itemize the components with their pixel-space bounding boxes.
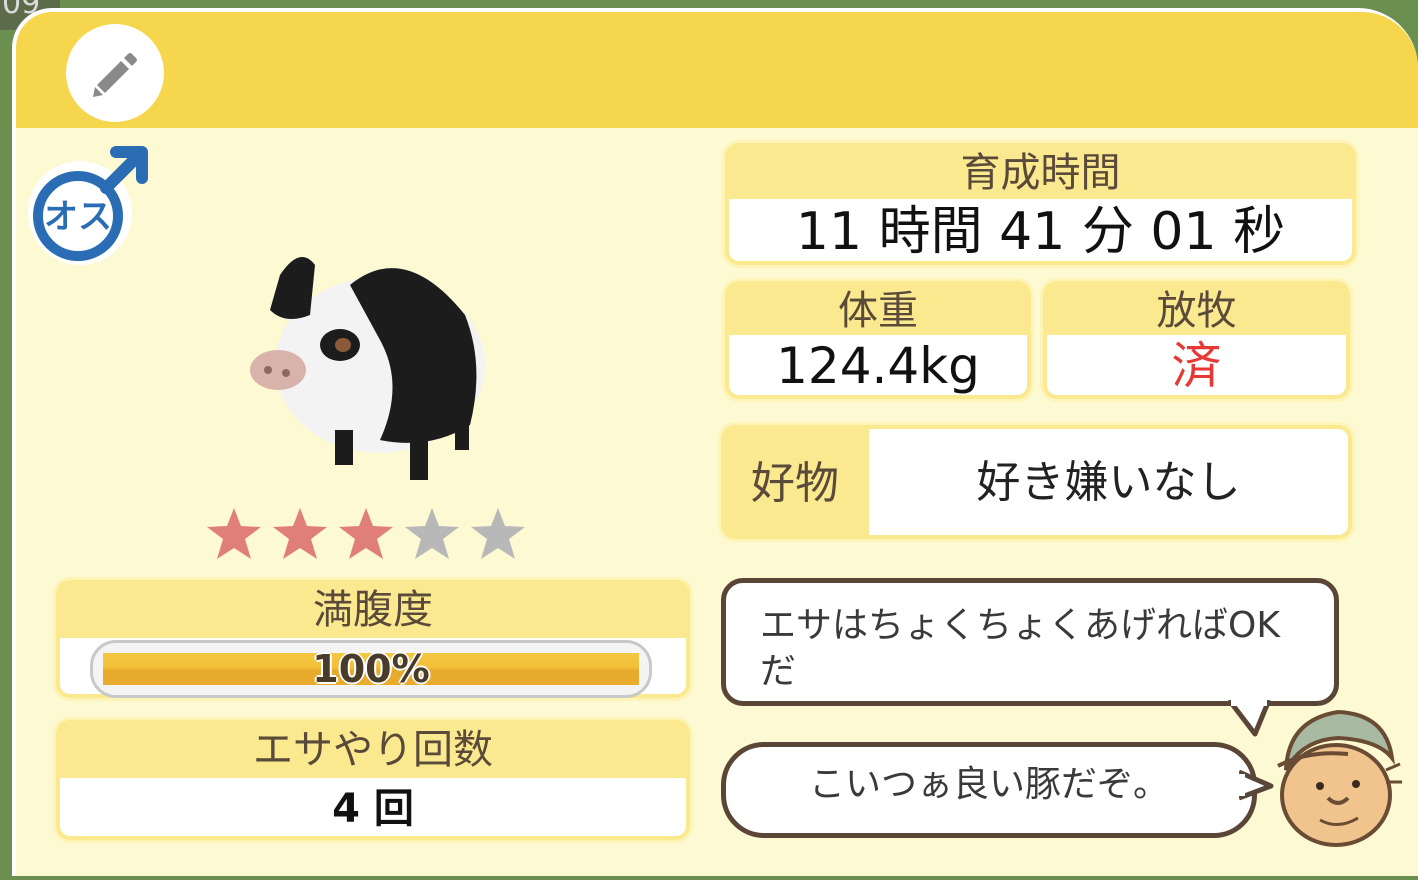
weight-value: 124.4kg [729,335,1027,395]
feed-count-card: エサやり回数 4 回 [56,720,690,840]
favorite-food-value: 好き嫌いなし [869,429,1348,535]
grazing-value: 済 [1047,335,1346,395]
feed-count-label: エサやり回数 [253,727,493,773]
speech-bubble-tip: エサはちょくちょくあげればOK だ [721,578,1339,706]
growth-time-value: 11 時間 41 分 01 秒 [729,199,1352,262]
rating-stars [205,505,527,563]
feed-count-value: 4 回 [60,778,686,836]
gender-label: オス [44,197,112,237]
farmer-avatar [1277,709,1402,847]
fullness-value: 100% [312,647,430,691]
pencil-icon [93,53,137,97]
edit-name-button[interactable] [66,24,164,122]
grazing-label: 放牧 [1156,288,1237,334]
fullness-label: 満腹度 [313,587,433,633]
speech-bubble-comment: こいつぁ良い豚だぞ。 [721,742,1257,838]
favorite-food-card: 好物 好き嫌いなし [721,425,1352,539]
pig-image [250,257,485,480]
fullness-card: 満腹度 100% [56,580,690,698]
star-icon [273,508,327,559]
speech-line-1b: だ [760,651,797,692]
star-icon [405,508,459,559]
grazing-card: 放牧 済 [1043,281,1350,399]
star-icon [339,508,393,559]
growth-time-card: 育成時間 11 時間 41 分 01 秒 [725,143,1356,265]
fullness-progress-bar: 100% [90,640,652,698]
star-icon [471,508,525,559]
weight-label: 体重 [838,288,918,334]
favorite-food-label: 好物 [751,458,839,509]
weight-card: 体重 124.4kg [725,281,1031,399]
speech-line-1: エサはちょくちょくあげればOK [760,605,1280,646]
star-icon [207,508,261,559]
growth-time-label: 育成時間 [960,150,1121,196]
panel-header [16,12,1418,128]
male-symbol-icon: オス [28,146,148,265]
